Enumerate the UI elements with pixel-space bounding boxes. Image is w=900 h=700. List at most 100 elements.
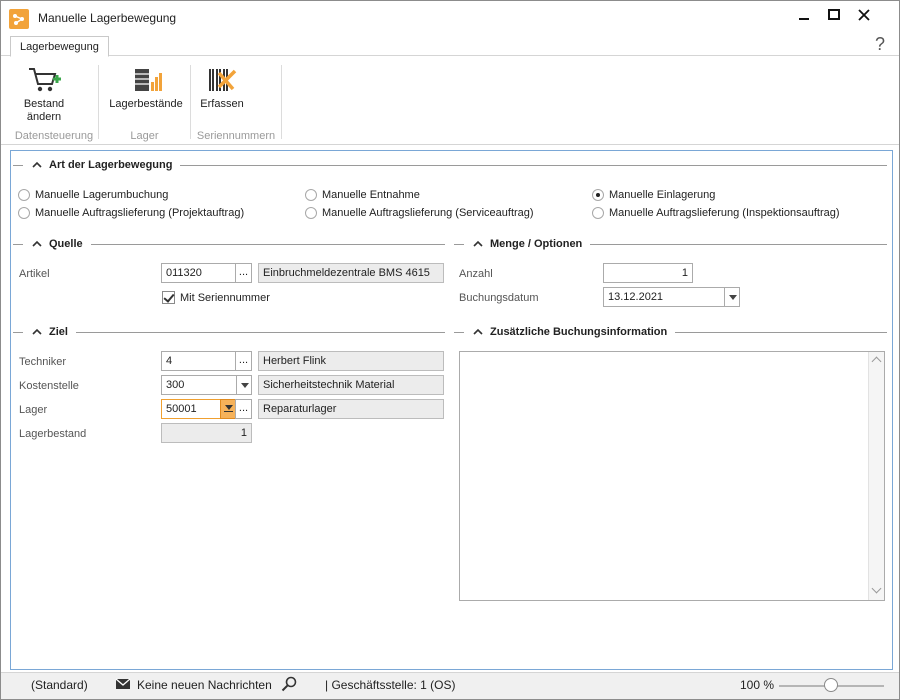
erfassen-label: Erfassen bbox=[200, 98, 244, 110]
radio-lagerumbuchung[interactable]: Manuelle Lagerumbuchung bbox=[18, 189, 168, 201]
anzahl-label: Anzahl bbox=[459, 268, 493, 280]
radio-label: Manuelle Auftragslieferung (Projektauftr… bbox=[35, 207, 245, 219]
kostenstelle-label: Kostenstelle bbox=[19, 380, 79, 392]
kostenstelle-input[interactable]: 300 bbox=[161, 375, 237, 395]
section-title: Quelle bbox=[49, 238, 83, 250]
textarea-scrollbar[interactable] bbox=[868, 352, 884, 600]
techniker-input[interactable]: 4 bbox=[161, 351, 236, 371]
collapse-chevron-icon bbox=[473, 240, 483, 247]
ribbon-group-datensteuerung: Bestand ändern Datensteuerung bbox=[10, 63, 99, 143]
section-title: Ziel bbox=[49, 326, 68, 338]
barcode-tools-icon bbox=[209, 69, 237, 91]
radio-label: Manuelle Entnahme bbox=[322, 189, 420, 201]
checkbox-label: Mit Seriennummer bbox=[180, 291, 270, 304]
mail-icon bbox=[115, 677, 131, 694]
radio-label: Manuelle Auftragslieferung (Inspektionsa… bbox=[609, 207, 840, 219]
lager-lookup-button[interactable]: ... bbox=[235, 399, 252, 419]
artikel-description: Einbruchmeldezentrale BMS 4615 bbox=[258, 263, 444, 283]
ribbon-group-label: Lager bbox=[130, 130, 159, 142]
warehouse-stock-icon bbox=[135, 69, 162, 91]
scroll-up-icon[interactable] bbox=[871, 356, 882, 367]
kostenstelle-description: Sicherheitstechnik Material bbox=[258, 375, 444, 395]
help-icon[interactable]: ? bbox=[875, 34, 885, 55]
status-bar: (Standard) Keine neuen Nachrichten | Ges… bbox=[1, 672, 899, 699]
lagerbestaende-label: Lagerbestände bbox=[109, 98, 183, 110]
lager-description: Reparaturlager bbox=[258, 399, 444, 419]
status-zoom: 100 % bbox=[740, 678, 775, 692]
buchungsdatum-input[interactable]: 13.12.2021 bbox=[603, 287, 725, 307]
collapse-chevron-icon bbox=[32, 328, 42, 335]
status-profile[interactable]: (Standard) bbox=[31, 678, 88, 692]
lagerbestaende-button[interactable]: Lagerbestände bbox=[107, 65, 185, 111]
artikel-input[interactable]: 011320 bbox=[161, 263, 236, 283]
checkbox-checked-icon bbox=[162, 291, 175, 304]
ribbon-separator bbox=[281, 65, 282, 139]
ribbon-group-seriennummern: Erfassen Seriennummern bbox=[191, 63, 282, 143]
erfassen-button[interactable]: Erfassen bbox=[197, 65, 247, 111]
ribbon: Bestand ändern Datensteuerung Lagerbestä… bbox=[1, 57, 899, 145]
collapse-chevron-icon bbox=[473, 328, 483, 335]
techniker-lookup-button[interactable]: ... bbox=[235, 351, 252, 371]
lager-label: Lager bbox=[19, 404, 48, 416]
radio-circle bbox=[592, 207, 604, 219]
radio-circle bbox=[18, 189, 30, 201]
status-messages[interactable]: Keine neuen Nachrichten bbox=[137, 678, 272, 692]
techniker-label: Techniker bbox=[19, 356, 67, 368]
app-window: Manuelle Lagerbewegung Lagerbewegung ? B… bbox=[0, 0, 900, 700]
collapse-chevron-icon bbox=[32, 240, 42, 247]
seriennummer-checkbox[interactable]: Mit Seriennummer bbox=[162, 291, 270, 304]
section-menge-optionen[interactable]: Menge / Optionen bbox=[454, 236, 887, 252]
techniker-name: Herbert Flink bbox=[258, 351, 444, 371]
radio-einlagerung[interactable]: Manuelle Einlagerung bbox=[592, 189, 715, 201]
app-logo-icon bbox=[9, 9, 29, 29]
radio-entnahme[interactable]: Manuelle Entnahme bbox=[305, 189, 420, 201]
buchungsinformation-textarea[interactable] bbox=[459, 351, 885, 601]
radio-label: Manuelle Einlagerung bbox=[609, 189, 716, 201]
radio-circle bbox=[305, 189, 317, 201]
section-ziel[interactable]: Ziel bbox=[13, 324, 445, 340]
lager-filter-dropdown-button[interactable] bbox=[220, 399, 236, 419]
ribbon-group-label: Datensteuerung bbox=[14, 130, 94, 142]
lager-input[interactable]: 50001 bbox=[161, 399, 221, 419]
tab-lagerbewegung[interactable]: Lagerbewegung bbox=[10, 36, 109, 57]
radio-label: Manuelle Auftragslieferung (Serviceauftr… bbox=[322, 207, 534, 219]
cart-add-icon bbox=[29, 68, 61, 92]
radio-auftragslieferung-inspektion[interactable]: Manuelle Auftragslieferung (Inspektionsa… bbox=[592, 207, 840, 219]
section-art-der-lagerbewegung[interactable]: Art der Lagerbewegung bbox=[13, 157, 887, 173]
radio-auftragslieferung-service[interactable]: Manuelle Auftragslieferung (Serviceauftr… bbox=[305, 207, 534, 219]
bestand-aendern-label-1: Bestand bbox=[23, 98, 65, 110]
zoom-slider-thumb[interactable] bbox=[824, 678, 838, 692]
ribbon-tab-row: Lagerbewegung ? bbox=[1, 34, 899, 57]
collapse-chevron-icon bbox=[32, 161, 42, 168]
radio-label: Manuelle Lagerumbuchung bbox=[35, 189, 169, 201]
minimize-button[interactable] bbox=[789, 4, 819, 26]
bestand-aendern-label-2: ändern bbox=[26, 111, 62, 123]
section-title: Menge / Optionen bbox=[490, 238, 583, 250]
date-dropdown-button[interactable] bbox=[724, 287, 740, 307]
lagerbestand-value: 1 bbox=[161, 423, 252, 443]
lagerbestand-label: Lagerbestand bbox=[19, 428, 87, 440]
scroll-down-icon[interactable] bbox=[871, 583, 882, 594]
section-zusaetzliche-buchungsinformation[interactable]: Zusätzliche Buchungsinformation bbox=[454, 324, 887, 340]
status-branch: | Geschäftsstelle: 1 (OS) bbox=[325, 678, 456, 692]
buchungsdatum-label: Buchungsdatum bbox=[459, 292, 539, 304]
radio-auftragslieferung-projekt[interactable]: Manuelle Auftragslieferung (Projektauftr… bbox=[18, 207, 244, 219]
main-panel: Art der Lagerbewegung Manuelle Lagerumbu… bbox=[10, 150, 893, 670]
ribbon-group-lager: Lagerbestände Lager bbox=[99, 63, 191, 143]
radio-circle-selected bbox=[592, 189, 604, 201]
close-button[interactable] bbox=[849, 4, 879, 26]
ribbon-group-label: Seriennummern bbox=[196, 130, 276, 142]
section-title: Art der Lagerbewegung bbox=[49, 159, 173, 171]
search-icon[interactable] bbox=[281, 676, 297, 695]
kostenstelle-dropdown-button[interactable] bbox=[236, 375, 252, 395]
section-quelle[interactable]: Quelle bbox=[13, 236, 445, 252]
artikel-lookup-button[interactable]: ... bbox=[235, 263, 252, 283]
radio-circle bbox=[18, 207, 30, 219]
section-title: Zusätzliche Buchungsinformation bbox=[490, 326, 668, 338]
title-bar: Manuelle Lagerbewegung bbox=[1, 1, 899, 33]
maximize-button[interactable] bbox=[819, 4, 849, 26]
artikel-label: Artikel bbox=[19, 268, 50, 280]
bestand-aendern-button[interactable]: Bestand ändern bbox=[14, 65, 74, 124]
window-title: Manuelle Lagerbewegung bbox=[38, 11, 177, 25]
anzahl-input[interactable]: 1 bbox=[603, 263, 693, 283]
